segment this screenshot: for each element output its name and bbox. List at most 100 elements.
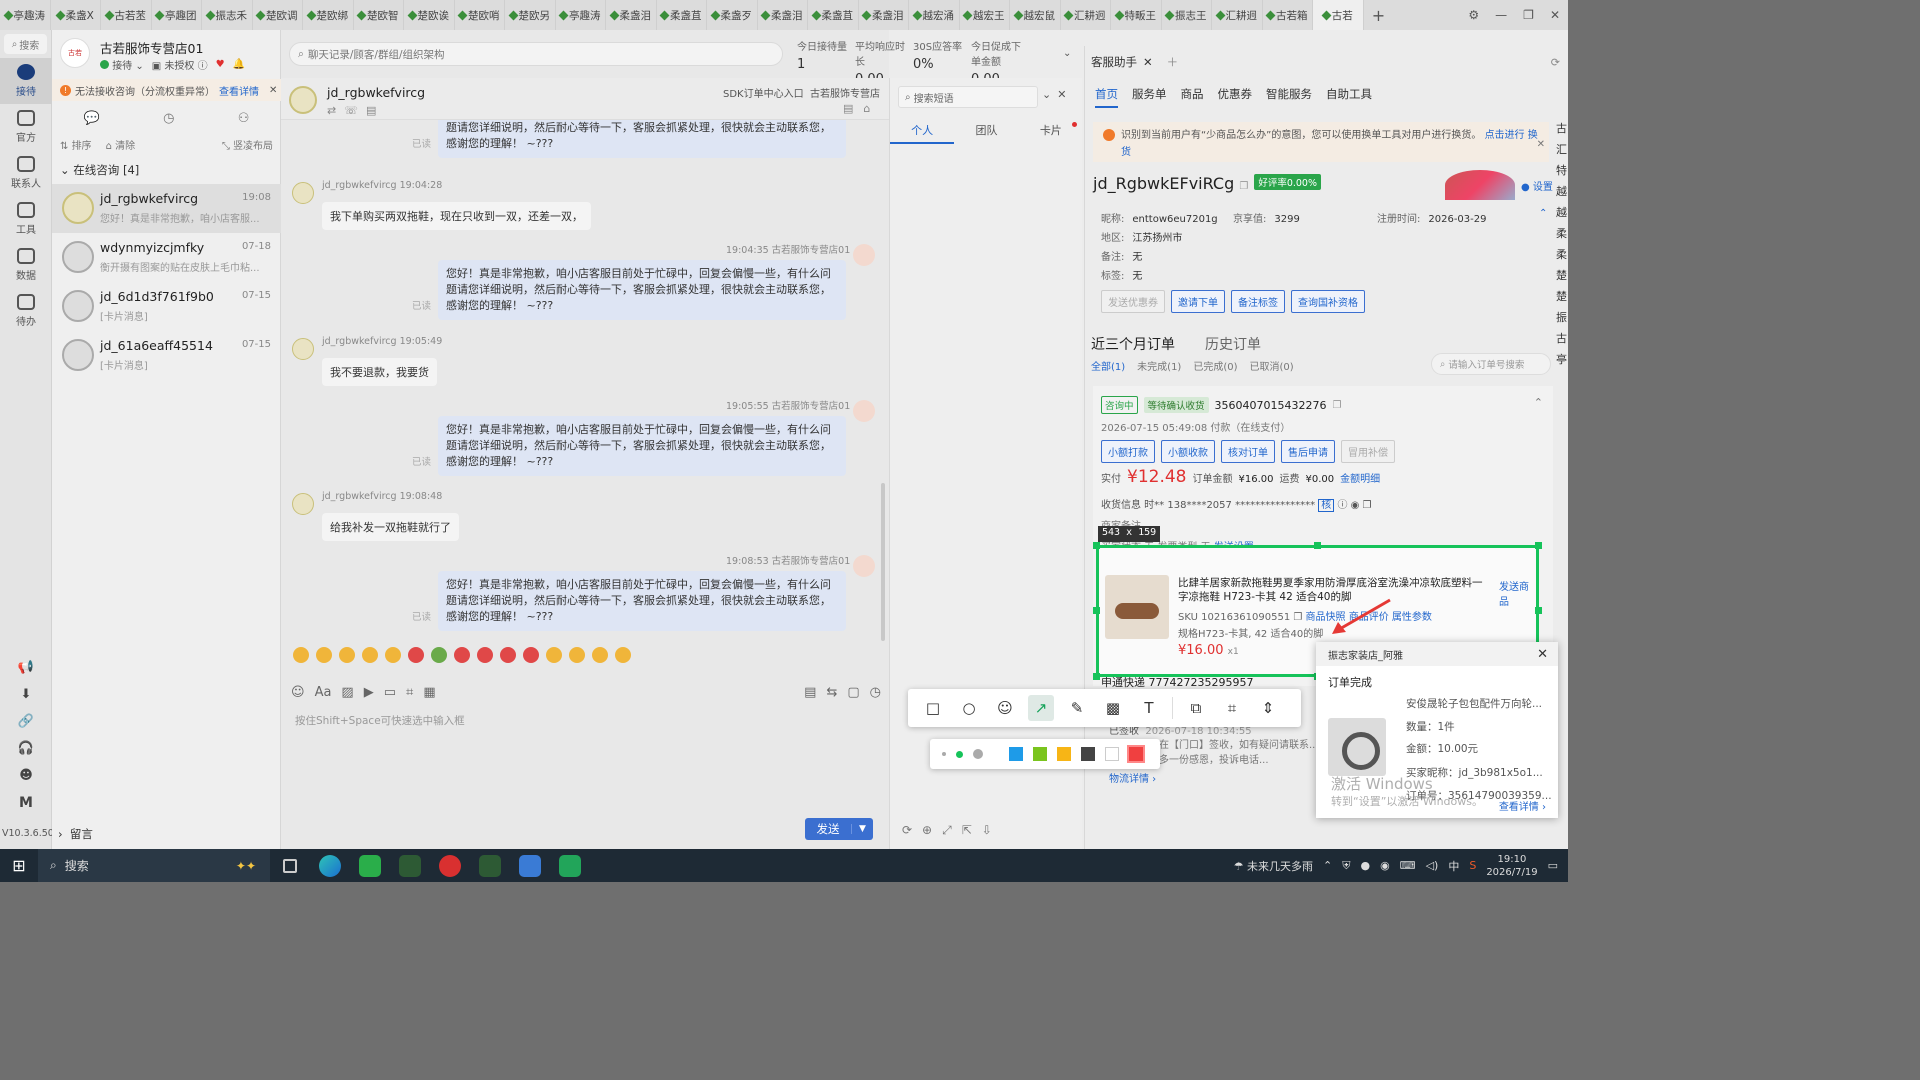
crop-icon[interactable]: ⌗ [406, 685, 413, 700]
copy-icon[interactable]: ❐ [1333, 400, 1342, 411]
color-red[interactable] [1127, 745, 1145, 763]
shop-tab[interactable]: 越宏鼠 [1010, 0, 1061, 30]
megaphone-icon[interactable]: 📢 [18, 660, 34, 675]
nav-search[interactable]: ⌕ 搜索 [4, 34, 47, 54]
maximize-icon[interactable]: ❐ [1523, 8, 1534, 22]
message-board-toggle[interactable]: › 留言 [58, 826, 93, 842]
quick-reply-footer-icons[interactable]: ⟳⊕⤢⇱⇩ [902, 823, 1002, 838]
warning-close-icon[interactable]: ✕ [269, 85, 277, 96]
close-icon[interactable]: ✕ [1537, 647, 1548, 662]
avatar[interactable] [292, 493, 314, 515]
customer-action-button[interactable]: 查询国补资格 [1291, 290, 1365, 313]
amount-detail-link[interactable]: 金额明细 [1340, 470, 1380, 485]
shop-tab[interactable]: 楚欧哨 [455, 0, 505, 30]
video-icon[interactable]: ▶ [364, 685, 374, 700]
avatar[interactable] [853, 244, 875, 266]
session-item[interactable]: jd_rgbwkefvircg 19:08 您好！真是非常抱歉，咱小店客服... [52, 184, 281, 233]
assistant-nav-item[interactable]: 优惠券 [1218, 86, 1253, 108]
order-action-button[interactable]: 冒用补偿 [1341, 440, 1395, 463]
collapse-icon[interactable]: ⌃ [1539, 208, 1547, 219]
message-input[interactable]: 按住Shift+Space可快速选中输入框 [295, 713, 465, 728]
text-tool-icon[interactable]: T [1136, 695, 1162, 721]
color-white[interactable] [1105, 747, 1119, 761]
shop-tab[interactable]: 古若苤 [101, 0, 152, 30]
network-icon[interactable]: ⌨ [1400, 859, 1416, 872]
chat-bubble-icon[interactable]: 💬 [84, 111, 100, 126]
emoji-icon[interactable] [431, 647, 447, 663]
clear-button[interactable]: ⌂ 清除 [106, 137, 136, 152]
assistant-nav-item[interactable]: 智能服务 [1266, 86, 1312, 108]
message-scrollbar[interactable] [881, 483, 885, 641]
nav-item[interactable]: 接待 [0, 58, 52, 104]
customer-bubble[interactable]: 我不要退款，我要货 [322, 358, 437, 386]
assistant-nav-item[interactable]: 自助工具 [1326, 86, 1372, 108]
pen-tool-icon[interactable]: ✎ [1064, 695, 1090, 721]
nav-item[interactable]: 联系人 [0, 150, 52, 196]
rectangle-tool-icon[interactable]: □ [920, 695, 946, 721]
refresh-icon[interactable]: ⟳ [1551, 56, 1560, 69]
avatar[interactable] [292, 182, 314, 204]
annotation-arrow[interactable] [1330, 598, 1392, 636]
emoji-icon[interactable] [408, 647, 424, 663]
shop-tab[interactable]: 柔盏泪 [859, 0, 909, 30]
edge-browser-icon[interactable] [310, 849, 350, 882]
mosaic-tool-icon[interactable]: ▩ [1100, 695, 1126, 721]
minimize-icon[interactable]: — [1495, 8, 1507, 22]
order-action-button[interactable]: 小额打款 [1101, 440, 1155, 463]
shop-tab[interactable]: 柔盏苴 [808, 0, 859, 30]
app-tray-icon[interactable]: ◉ [1380, 859, 1390, 872]
sort-button[interactable]: ⇅ 排序 [60, 137, 92, 152]
customer-action-button[interactable]: 邀请下单 [1171, 290, 1225, 313]
close-icon[interactable]: ✕ [1537, 136, 1545, 153]
shop-tab[interactable]: 古若 [1313, 0, 1364, 30]
order-search-input[interactable]: ⌕ 请输入订单号搜索 [1431, 353, 1551, 375]
ellipse-tool-icon[interactable]: ○ [956, 695, 982, 721]
size-large-icon[interactable] [973, 749, 983, 759]
shop-avatar[interactable]: 古若 [60, 38, 90, 68]
session-item[interactable]: jd_6d1d3f761f9b0 07-15 [卡片消息] [52, 282, 281, 331]
app-green-icon[interactable] [550, 849, 590, 882]
shop-tab[interactable]: 汇耕迥 [1212, 0, 1263, 30]
emoji-icon[interactable]: ☺ [291, 685, 305, 700]
order-filter[interactable]: 全部(1) [1091, 358, 1125, 373]
emoji-icon[interactable] [385, 647, 401, 663]
windows-start-icon[interactable]: ⊞ [0, 849, 38, 882]
order-icon[interactable]: ▤ [804, 685, 816, 700]
nav-item[interactable]: 待办 [0, 288, 52, 334]
shop-tab[interactable]: 亭趣团 [152, 0, 202, 30]
ime-indicator[interactable]: 中 [1448, 858, 1459, 874]
resize-handle[interactable] [1093, 673, 1100, 680]
order-filter[interactable]: 已取消(0) [1250, 358, 1294, 373]
settings-link[interactable]: ● 设置 [1521, 178, 1553, 193]
order-action-button[interactable]: 小额收款 [1161, 440, 1215, 463]
color-yellow[interactable] [1057, 747, 1071, 761]
shield-icon[interactable]: ⛨ [1342, 859, 1350, 873]
copy-icon[interactable]: ❐ [1239, 181, 1248, 192]
arrow-tool-icon[interactable]: ↗ [1028, 695, 1054, 721]
stats-expand-icon[interactable]: ⌄ [1063, 48, 1071, 59]
warning-detail-link[interactable]: 查看详情 [219, 83, 259, 98]
wechat-icon[interactable] [350, 849, 390, 882]
avatar[interactable] [292, 338, 314, 360]
add-tab-button[interactable]: + [1364, 6, 1394, 25]
sdk-order-entry[interactable]: SDK订单中心入口 古若服饰专营店 [723, 85, 880, 100]
headset-icon[interactable]: 🎧 [18, 741, 34, 756]
emoji-icon[interactable] [500, 647, 516, 663]
size-medium-icon[interactable] [956, 750, 963, 758]
shop-tab[interactable]: 越宏王 [960, 0, 1010, 30]
chat-header-tools[interactable]: ▤⌂ [843, 102, 880, 115]
nav-item[interactable]: 数据 [0, 242, 52, 288]
image-icon[interactable]: ▨ [341, 685, 353, 700]
size-small-icon[interactable] [942, 752, 946, 756]
m-icon[interactable]: M [19, 795, 33, 811]
color-dark[interactable] [1081, 747, 1095, 761]
reply-bubble[interactable]: 您好！真是非常抱歉，咱小店客服目前处于忙碌中，回复会偏慢一些，有什么问题请您详细… [438, 120, 846, 158]
taskbar-search[interactable]: ⌕ 搜索 ✦✦ [38, 849, 270, 882]
shop-tab[interactable]: 楚欧诶 [404, 0, 455, 30]
tab-recent-orders[interactable]: 近三个月订单 [1091, 334, 1175, 354]
history-clock-icon[interactable]: ◷ [163, 111, 174, 126]
nav-item[interactable]: 工具 [0, 196, 52, 242]
wechat-tray-icon[interactable]: ● [1360, 859, 1370, 872]
shop-tab[interactable]: 亭趣涛 [0, 0, 51, 30]
tab-team[interactable]: 团队 [954, 122, 1018, 144]
